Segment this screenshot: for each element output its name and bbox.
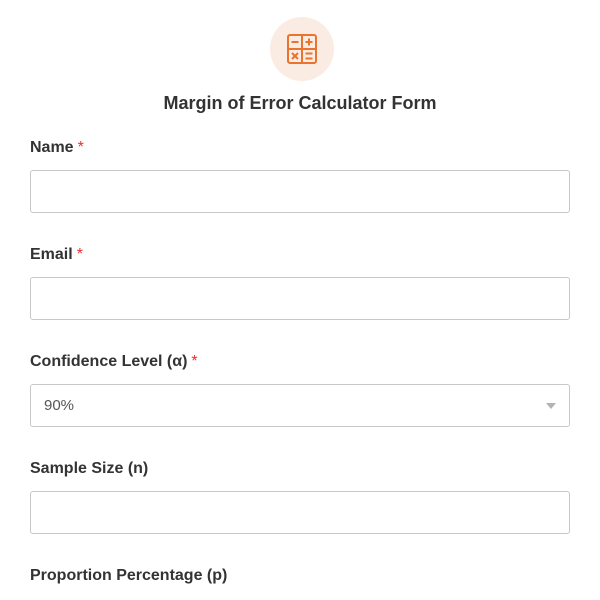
email-input[interactable] (30, 277, 570, 320)
name-field-group: Name * (30, 137, 570, 213)
name-label: Name * (30, 139, 84, 156)
proportion-percentage-field-group: Proportion Percentage (p) (30, 565, 570, 587)
chevron-down-icon (546, 403, 556, 409)
confidence-level-selected-value: 90% (44, 397, 75, 414)
calculator-icon (287, 34, 317, 64)
form-title: Margin of Error Calculator Form (163, 93, 437, 113)
sample-size-input[interactable] (30, 491, 570, 534)
name-input[interactable] (30, 170, 570, 213)
confidence-level-label: Confidence Level (α) * (30, 353, 198, 370)
sample-size-field-group: Sample Size (n) (30, 458, 570, 534)
email-label: Email * (30, 246, 83, 263)
required-marker: * (77, 139, 84, 156)
proportion-percentage-label: Proportion Percentage (p) (30, 567, 228, 584)
confidence-level-select[interactable]: 90% (30, 384, 570, 427)
required-marker: * (191, 353, 198, 370)
email-field-group: Email * (30, 244, 570, 320)
sample-size-label: Sample Size (n) (30, 460, 149, 477)
required-marker: * (76, 246, 83, 263)
confidence-level-field-group: Confidence Level (α) * 90% (30, 351, 570, 427)
form-logo (270, 17, 334, 81)
